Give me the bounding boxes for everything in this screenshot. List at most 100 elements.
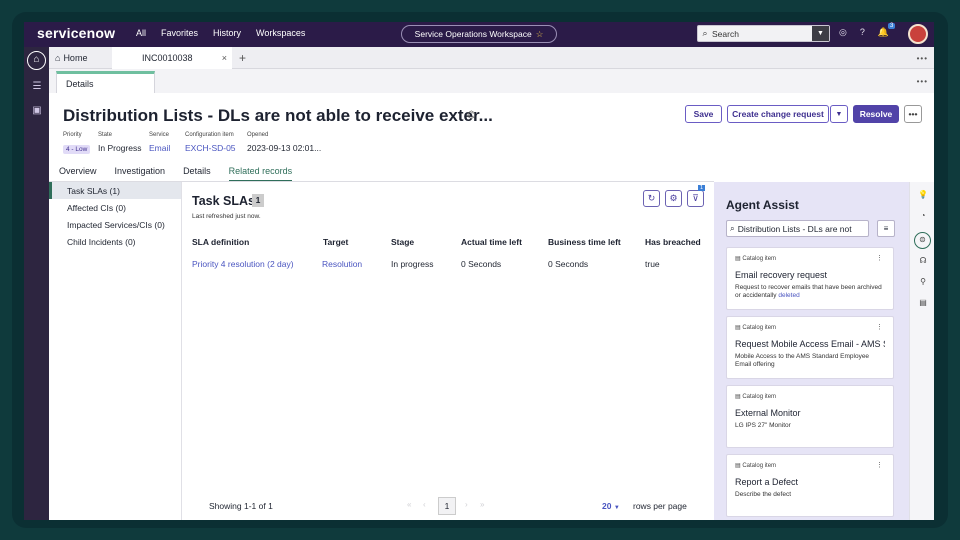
refresh-icon[interactable]: ↻ [643,190,660,207]
more-vertical-icon[interactable]: ⋮ [876,254,883,262]
last-page-icon[interactable]: » [480,500,484,509]
more-vertical-icon[interactable]: ⋮ [876,323,883,331]
chat-icon[interactable]: ◎ [839,27,847,38]
rows-per-page-select[interactable]: 20 ▼ [602,501,620,511]
field-configuration-item: Configuration item EXCH-SD-05 [185,132,236,153]
agent-assist-search-value[interactable]: Distribution Lists - DLs are not [738,224,852,234]
tab-home[interactable]: ⌂ Home [55,47,87,69]
list-icon[interactable]: ☰ [30,81,44,93]
list-item-task-slas[interactable]: Task SLAs (1) [49,182,181,199]
panel-title: Task SLAs [192,194,255,208]
field-state: State In Progress [98,132,141,153]
column-header[interactable]: Target [323,237,348,247]
tab-investigation[interactable]: Investigation [115,166,166,182]
next-page-icon[interactable]: › [465,500,468,509]
nav-all[interactable]: All [136,28,146,38]
nav-favorites[interactable]: Favorites [161,28,198,38]
column-header[interactable]: Has breached [645,237,701,247]
nav-workspaces[interactable]: Workspaces [256,28,305,38]
more-vertical-icon[interactable]: ⋮ [876,461,883,469]
agent-assist-panel: Agent Assist ⌕ Distribution Lists - DLs … [714,182,909,520]
column-header[interactable]: Stage [391,237,414,247]
gear-icon[interactable]: ⚙ [665,190,682,207]
headset-icon[interactable]: ☊ [917,256,929,265]
page-number-button[interactable]: 1 [438,497,456,515]
tab-related-records[interactable]: Related records [228,166,293,182]
filter-settings-icon[interactable]: ≡ [877,220,895,237]
gauge-icon[interactable]: ◔ [917,211,929,220]
card-type: ▤ Catalog item [735,463,777,469]
agent-assist-search[interactable]: ⌕ Distribution Lists - DLs are not [726,220,869,237]
column-header[interactable]: SLA definition [192,237,249,247]
filter-count-badge: 1 [698,185,706,191]
prev-page-icon[interactable]: ‹ [423,500,426,509]
home-icon[interactable]: ⌂ [27,51,46,70]
field-service: Service Email [149,132,170,153]
tab-incident-record[interactable]: INC0010038 × [112,47,232,69]
field-opened: Opened 2023-09-13 02:01... [247,132,321,153]
more-icon[interactable]: ••• [917,77,928,86]
notification-badge: 3 [888,23,896,29]
save-button[interactable]: Save [685,105,722,123]
count-badge: 1 [252,194,264,207]
servicenow-logo[interactable]: servicenow [37,25,115,41]
tab-record-details[interactable]: Details [183,166,211,182]
bell-icon[interactable]: 🔔 [878,27,889,38]
more-actions-button[interactable]: ••• [904,105,922,123]
field-value: 2023-09-13 02:01... [247,143,322,153]
card-type: ▤ Catalog item [735,394,777,400]
tab-overview[interactable]: Overview [59,166,97,182]
app-window: servicenow All Favorites History Workspa… [24,22,934,520]
tab-home-label: Home [63,53,88,63]
card-title[interactable]: External Monitor [735,408,885,418]
card-title[interactable]: Request Mobile Access Email - AMS S... [735,339,885,349]
new-tab-button[interactable]: + [239,47,246,69]
card-description: Describe the defect [735,491,792,498]
search-icon: ⌕ [730,223,735,233]
column-header[interactable]: Actual time left [461,237,522,247]
catalog-item-card[interactable]: ▤ Catalog item External Monitor LG IPS 2… [726,385,894,448]
document-icon[interactable]: ▤ [917,298,929,307]
chevron-down-icon: ▼ [613,505,620,511]
first-page-icon[interactable]: « [407,500,411,509]
user-avatar[interactable] [908,24,928,44]
search-scope-dropdown[interactable]: ▼ [812,26,829,41]
contextual-side-rail: 💡 ◔ ⊜ ☊ ⚲ ▤ [909,182,934,520]
top-navigation-bar: servicenow All Favorites History Workspa… [24,22,934,47]
global-search[interactable]: ⌕ Search ▼ [697,25,830,42]
list-item-affected-cis[interactable]: Affected CIs (0) [49,199,181,216]
list-item-impacted-services[interactable]: Impacted Services/CIs (0) [49,216,181,233]
tab-details[interactable]: Details [56,71,155,93]
card-title[interactable]: Report a Defect [735,477,885,487]
chevron-down-icon[interactable]: ▼ [830,105,848,123]
sla-definition-link[interactable]: Priority 4 resolution (2 day) [192,259,294,269]
catalog-item-card[interactable]: ▤ Catalog item ⋮ Report a Defect Describ… [726,454,894,517]
field-label: Priority [63,132,82,138]
workspace-selector[interactable]: Service Operations Workspace ☆ [401,25,557,43]
star-icon[interactable]: ☆ [536,29,544,40]
target-link[interactable]: Resolution [322,259,362,269]
agent-assist-icon[interactable]: ⊜ [914,232,931,249]
help-icon[interactable]: ? [860,27,865,38]
catalog-item-card[interactable]: ▤ Catalog item ⋮ Email recovery request … [726,247,894,310]
home-tab-icon: ⌂ [55,53,61,63]
search-input[interactable]: Search [712,29,812,39]
resolve-button[interactable]: Resolve [853,105,899,123]
service-link[interactable]: Email [149,143,170,153]
filter-icon[interactable]: ⊽ [687,190,704,207]
catalog-item-card[interactable]: ▤ Catalog item ⋮ Request Mobile Access E… [726,316,894,379]
create-change-request-button[interactable]: Create change request [727,105,829,123]
card-title[interactable]: Email recovery request [735,270,885,280]
nav-history[interactable]: History [213,28,241,38]
lightbulb-icon[interactable]: 💡 [917,190,929,199]
related-records-list: Task SLAs (1) Affected CIs (0) Impacted … [49,182,182,520]
more-icon[interactable]: ••• [917,54,928,63]
inbox-icon[interactable]: ▣ [30,105,44,117]
close-icon[interactable]: × [222,53,227,63]
tag-icon[interactable]: ⌬ [467,110,476,121]
ci-link[interactable]: EXCH-SD-05 [185,143,236,153]
list-item-child-incidents[interactable]: Child Incidents (0) [49,233,181,250]
column-header[interactable]: Business time left [548,237,621,247]
attachment-icon[interactable]: ⚲ [917,277,929,286]
rows-per-page-value: 20 [602,501,612,511]
